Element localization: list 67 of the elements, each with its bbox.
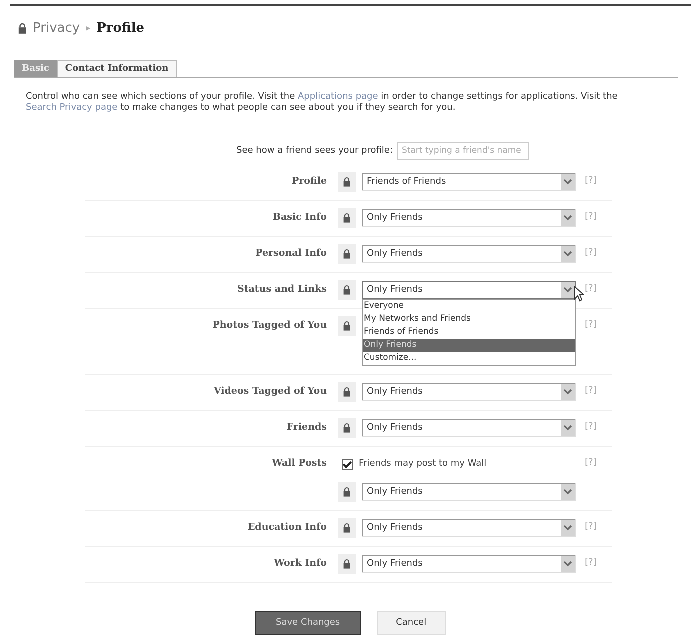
friend-name-field[interactable]: Start typing a friend's name xyxy=(397,142,529,160)
setting-label: Wall Posts xyxy=(271,457,327,469)
text-link[interactable]: Applications page xyxy=(298,92,378,102)
chevron-icon xyxy=(561,384,575,400)
chevron-icon xyxy=(561,174,575,190)
tab[interactable]: Contact Information xyxy=(57,60,177,77)
checkbox-label: Friends may post to my Wall xyxy=(359,459,487,469)
setting-label: Videos Tagged of You xyxy=(212,385,327,397)
setting-label: Status and Links xyxy=(236,283,327,295)
menu-option[interactable]: Only Friends xyxy=(363,339,575,352)
chevron-icon xyxy=(561,210,575,226)
privacy-dropdown[interactable]: Only Friends xyxy=(362,245,576,263)
setting-label: Work Info xyxy=(273,557,327,569)
lock-icon xyxy=(343,321,351,331)
cancel-button[interactable]: Cancel xyxy=(377,611,446,635)
help-link[interactable]: [?] xyxy=(585,418,597,432)
help-link[interactable]: [?] xyxy=(585,280,597,294)
privacy-dropdown[interactable]: Only Friends xyxy=(362,419,576,437)
help-link[interactable]: [?] xyxy=(585,454,597,468)
text-link[interactable]: Search Privacy page xyxy=(26,103,118,113)
lock-icon xyxy=(343,523,351,533)
help-link[interactable]: [?] xyxy=(585,244,597,258)
help-link[interactable]: [?] xyxy=(585,208,597,222)
chevron-icon xyxy=(561,484,575,500)
privacy-dropdown[interactable]: Only Friends xyxy=(362,555,576,573)
breadcrumb-separator: ▸ xyxy=(86,24,91,34)
privacy-dropdown[interactable]: Friends of Friends xyxy=(362,173,576,191)
intro-text: Control who can see which sections of your profile. Visit the Applications page in order to change settings for applications. Visit the Search Privacy page to make changes to what people can see about you if they search for you. xyxy=(26,92,619,114)
lock-icon xyxy=(343,559,351,569)
page-title: Profile xyxy=(96,21,145,36)
lock-icon xyxy=(343,213,351,223)
setting-label: Basic Info xyxy=(272,211,327,223)
lock-icon xyxy=(343,387,351,397)
privacy-dropdown[interactable]: Only Friends xyxy=(362,519,576,537)
lock-icon xyxy=(343,285,351,295)
menu-option[interactable]: Customize... xyxy=(363,352,575,365)
chevron-icon xyxy=(561,420,575,436)
setting-label: Photos Tagged of You xyxy=(212,319,327,331)
privacy-dropdown[interactable]: Only Friends xyxy=(362,209,576,227)
help-link[interactable]: [?] xyxy=(585,172,597,186)
lock-icon xyxy=(343,249,351,259)
field-label: See how a friend sees your profile: xyxy=(236,146,393,156)
checkbox[interactable] xyxy=(342,458,353,470)
tab[interactable]: Basic xyxy=(14,60,58,77)
setting-label: Profile xyxy=(290,175,327,187)
lock-icon xyxy=(343,423,351,433)
menu-option[interactable]: My Networks and Friends xyxy=(363,313,575,326)
save-button[interactable]: Save Changes xyxy=(255,611,362,635)
breadcrumb-link[interactable]: Privacy xyxy=(33,21,80,36)
help-link[interactable]: [?] xyxy=(585,518,597,532)
menu-option[interactable]: Friends of Friends xyxy=(363,326,575,339)
lock-icon xyxy=(18,23,27,34)
privacy-dropdown[interactable]: Only Friends xyxy=(362,383,576,401)
lock-icon xyxy=(343,177,351,187)
chevron-icon xyxy=(561,246,575,262)
menu-option[interactable]: Everyone xyxy=(363,300,575,313)
help-link[interactable]: [?] xyxy=(585,382,597,396)
help-link[interactable]: [?] xyxy=(585,554,597,568)
chevron-icon xyxy=(561,556,575,572)
chevron-icon xyxy=(561,520,575,536)
setting-label: Personal Info xyxy=(254,247,327,259)
chevron-icon xyxy=(561,282,575,298)
help-link[interactable]: [?] xyxy=(585,316,597,330)
lock-icon xyxy=(343,487,351,497)
privacy-dropdown[interactable]: Only Friends xyxy=(362,483,576,501)
setting-label: Education Info xyxy=(246,521,327,533)
setting-label: Friends xyxy=(286,421,327,433)
